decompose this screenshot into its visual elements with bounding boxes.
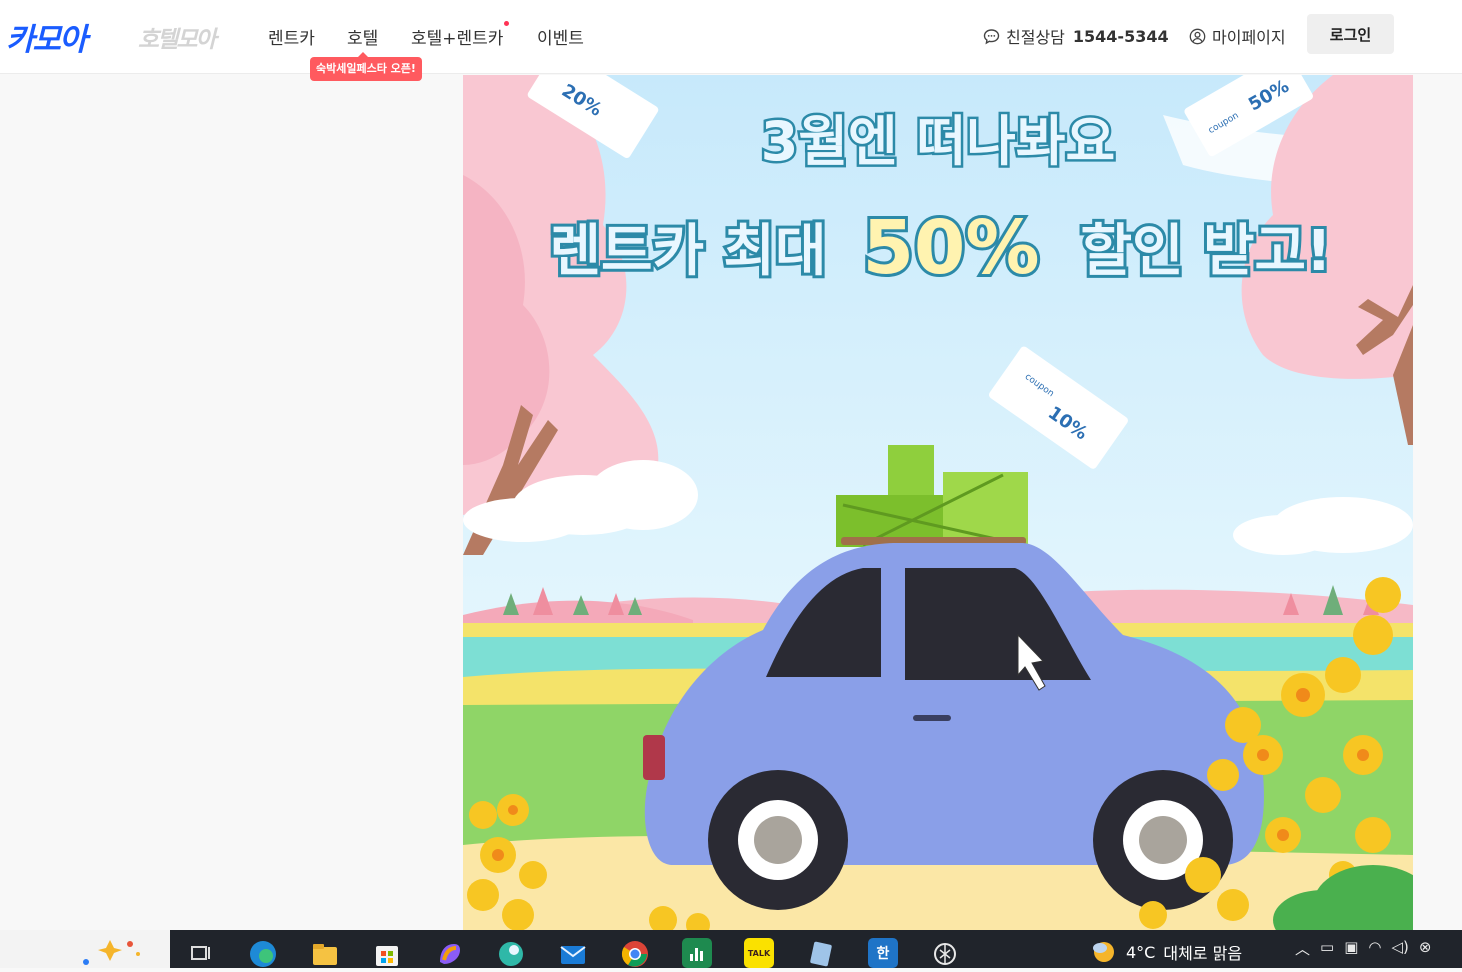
cs-phone: 1544-5344 [1072, 26, 1169, 46]
cs-label: 친절상담 [1006, 28, 1065, 47]
hotel-sale-badge[interactable]: 숙박세일페스타 오픈! [310, 52, 422, 81]
nav-hotel-rentcar-label: 호텔+렌트카 [411, 29, 504, 49]
luggage-box-top [888, 445, 934, 495]
rear-wheel [708, 770, 848, 910]
notes-icon[interactable] [806, 938, 836, 968]
new-dot-indicator [504, 21, 510, 26]
banner-illustration: 20% coupon 50% coupon 10% 3월엔 떠나봐요 렌트카 최… [463, 75, 1413, 930]
system-tray: ︿ ▭ ▣ ◠ ◁) ⊗ [1295, 938, 1431, 959]
promo-banner[interactable]: 20% coupon 50% coupon 10% 3월엔 떠나봐요 렌트카 최… [463, 75, 1413, 930]
camoa-logo[interactable]: 카모아 [6, 14, 88, 59]
mail-icon[interactable] [558, 938, 588, 968]
display-icon[interactable]: ▣ [1344, 938, 1358, 959]
tail-light [643, 735, 665, 780]
copilot-icon[interactable] [434, 938, 464, 968]
door-handle [913, 715, 951, 721]
microsoft-store-icon[interactable] [372, 938, 402, 968]
nav-hotel-rentcar[interactable]: 호텔+렌트카 [411, 21, 510, 49]
widgets-area[interactable] [0, 930, 170, 968]
file-explorer-icon[interactable] [310, 938, 340, 968]
excel-icon[interactable] [682, 938, 712, 968]
nav-hotel[interactable]: 호텔 [347, 24, 378, 49]
top-header: 카모아 호텔모아 렌트카 호텔 호텔+렌트카 이벤트 숙박세일페스타 오픈! 친… [0, 0, 1462, 81]
volume-icon[interactable]: ◁) [1391, 938, 1408, 959]
app-icon[interactable] [496, 938, 526, 968]
close-circle-icon[interactable]: ⊗ [1419, 938, 1432, 959]
windows-taskbar: TALK 한 4°C 대체로 맑음 ︿ ▭ ▣ ◠ ◁) ⊗ [0, 930, 1462, 968]
headline-line-1: 3월엔 떠나봐요 [761, 110, 1115, 173]
chatgpt-icon[interactable] [930, 938, 960, 968]
chat-bubble-icon [983, 28, 1000, 44]
chevron-up-icon[interactable]: ︿ [1295, 938, 1310, 959]
weather-widget[interactable]: 4°C 대체로 맑음 [1090, 938, 1242, 966]
kakaotalk-icon[interactable]: TALK [744, 938, 774, 968]
weather-moon-cloud-icon [1093, 942, 1114, 962]
mypage-label: 마이페이지 [1212, 28, 1286, 47]
login-button[interactable]: 로그인 [1307, 14, 1394, 54]
customer-service[interactable]: 친절상담 1544-5344 [983, 24, 1169, 48]
wifi-icon[interactable]: ◠ [1368, 938, 1381, 959]
sparkle-icon [83, 940, 140, 965]
nav-rentcar[interactable]: 렌트카 [268, 24, 315, 49]
hotelmoa-logo[interactable]: 호텔모아 [138, 20, 217, 54]
headline-prefix: 렌트카 최대 [549, 219, 826, 284]
headline-highlight: 50% [862, 205, 1039, 291]
headline-suffix: 할인 받고! [1080, 219, 1331, 284]
chrome-icon[interactable] [620, 938, 650, 968]
hangul-word-icon[interactable]: 한 [868, 938, 898, 968]
edge-browser-icon[interactable] [248, 938, 278, 968]
task-view-icon[interactable] [186, 938, 216, 968]
user-circle-icon [1189, 28, 1206, 44]
nav-event[interactable]: 이벤트 [537, 24, 584, 49]
weather-text: 대체로 맑음 [1163, 944, 1243, 963]
battery-icon[interactable]: ▭ [1320, 938, 1334, 959]
mypage-link[interactable]: 마이페이지 [1189, 24, 1286, 48]
weather-temp: 4°C [1126, 942, 1156, 962]
